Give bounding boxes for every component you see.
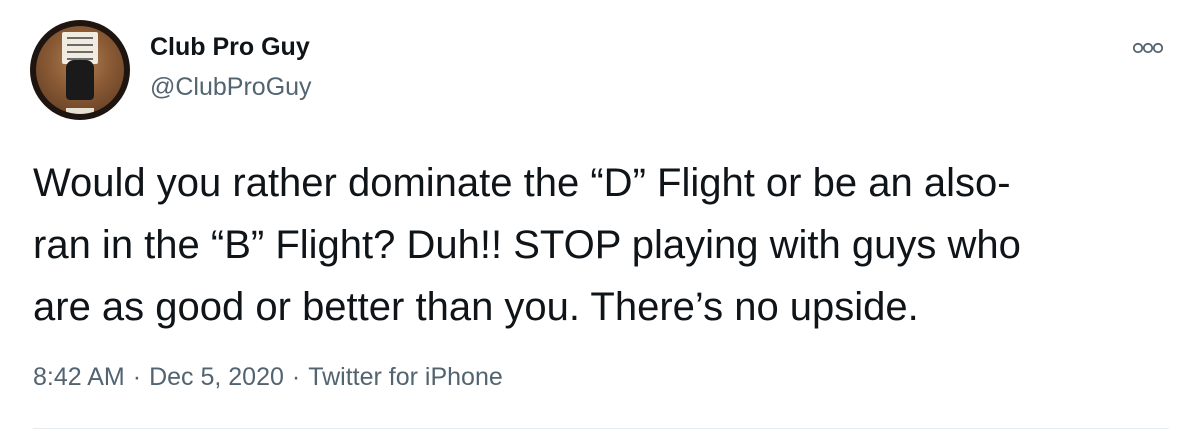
profile-photo-icon (36, 26, 124, 114)
author-handle[interactable]: @ClubProGuy (150, 72, 312, 102)
meta-separator: · (132, 363, 142, 391)
avatar-figure-graphic (66, 60, 94, 100)
tweet-date[interactable]: Dec 5, 2020 (149, 362, 284, 392)
more-options-button[interactable] (1128, 36, 1168, 60)
tweet-meta: 8:42 AM · Dec 5, 2020 · Twitter for iPhone (33, 362, 503, 392)
tweet-source[interactable]: Twitter for iPhone (308, 362, 503, 392)
divider (33, 428, 1169, 429)
avatar[interactable] (30, 20, 130, 120)
meta-separator: · (291, 363, 301, 391)
tweet-text: Would you rather dominate the “D” Flight… (33, 161, 1021, 329)
avatar-plaque-graphic (66, 108, 94, 114)
tweet-time[interactable]: 8:42 AM (33, 362, 125, 392)
more-options-icon (1132, 42, 1164, 54)
tweet-card: Club Pro Guy @ClubProGuy Would you rathe… (0, 0, 1202, 432)
author-display-name[interactable]: Club Pro Guy (150, 32, 310, 62)
